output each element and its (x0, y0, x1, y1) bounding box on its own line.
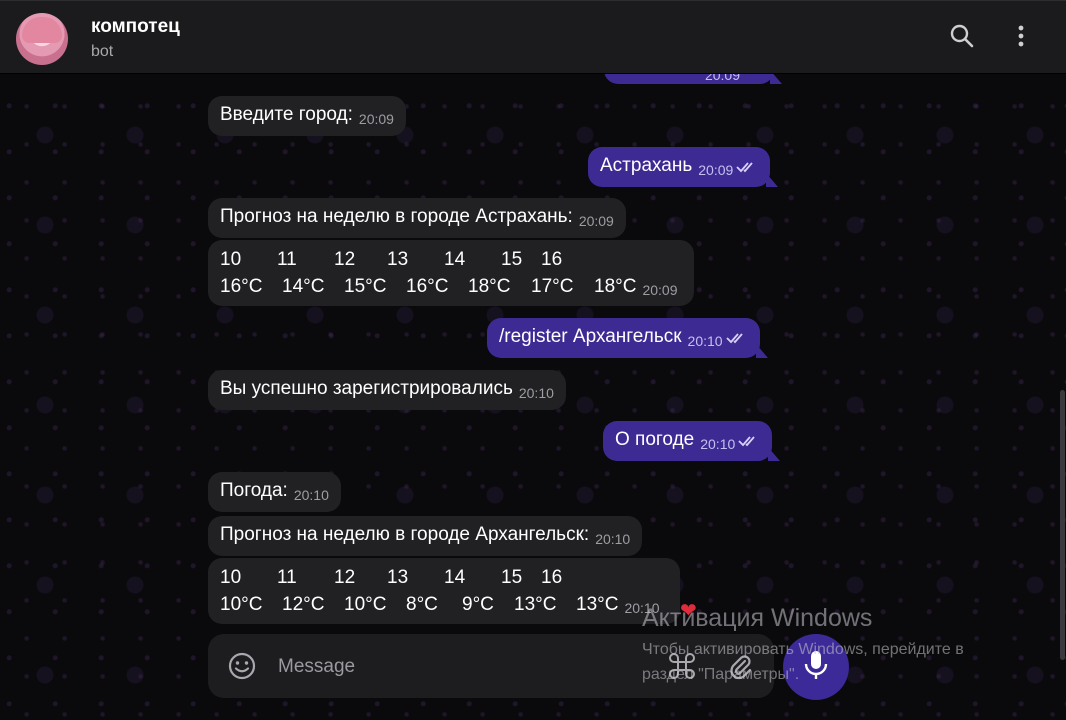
forecast-day: 16 (541, 567, 563, 588)
search-button[interactable] (947, 23, 977, 53)
message-time: 20:09 (698, 162, 734, 178)
message-text: /register Архангельск (499, 326, 682, 347)
forecast-temp: 13°C (514, 594, 557, 615)
forecast-temp: 13°C (576, 594, 619, 615)
forecast-day: 15 (501, 249, 523, 270)
forecast-day: 10 (220, 249, 242, 270)
message-time: 20:09 (642, 282, 678, 298)
forecast-day: 13 (387, 567, 409, 588)
forecast-temp: 18°C (468, 276, 511, 297)
forecast-temp: 12°C (282, 594, 325, 615)
forecast-temp: 10°C (220, 594, 263, 615)
message-text: Введите город: (220, 104, 353, 125)
message-text: Прогноз на неделю в городе Архангельск: (220, 524, 590, 545)
chat-subtitle: bot (91, 43, 114, 60)
double-check-icon (738, 428, 760, 455)
forecast-day: 11 (277, 567, 297, 588)
message-outgoing[interactable]: О погоде 20:10 (603, 421, 781, 461)
forecast-day: 11 (277, 249, 297, 270)
emoji-icon[interactable] (226, 650, 258, 682)
forecast-day: 16 (541, 249, 563, 270)
message-outgoing[interactable]: Астрахань 20:09 (588, 147, 779, 187)
double-check-icon (736, 154, 758, 181)
message-incoming[interactable]: Погода: 20:10 (208, 472, 341, 512)
chat-title: компотец (91, 16, 180, 37)
forecast-temp: 10°C (344, 594, 387, 615)
message-outgoing[interactable]: /register Архангельск 20:10 (487, 318, 768, 358)
forecast-temp: 16°C (406, 276, 449, 297)
watermark-text: Чтобы активировать Windows, перейдите в … (642, 641, 964, 683)
forecast-temp: 15°C (344, 276, 387, 297)
forecast-temp: 18°C (594, 276, 637, 297)
message-time: 20:10 (293, 487, 329, 503)
forecast-temps-row: 10°C 12°C 10°C 8°C 9°C 13°C 13°C 20:10 (220, 591, 668, 618)
forecast-day: 14 (444, 249, 466, 270)
message-text: О погоде (615, 429, 695, 450)
forecast-day: 12 (334, 567, 356, 588)
forecast-day: 10 (220, 567, 242, 588)
forecast-day: 12 (334, 249, 356, 270)
message-time: 20:10 (687, 333, 723, 349)
message-incoming[interactable]: Вы успешно зарегистрировались 20:10 (208, 370, 566, 410)
forecast-day: 15 (501, 567, 523, 588)
forecast-temp: 9°C (462, 594, 494, 615)
double-check-icon (725, 325, 748, 352)
windows-activation-watermark: Активация Windows Чтобы активировать Win… (642, 604, 1012, 687)
message-text: Прогноз на неделю в городе Астрахань: (220, 206, 573, 227)
forecast-temp: 14°C (282, 276, 325, 297)
forecast-message[interactable]: 10 11 12 13 14 15 16 10°C 12°C 10°C 8°C … (208, 558, 680, 624)
forecast-days-row: 10 11 12 13 14 15 16 (220, 246, 682, 273)
forecast-days-row: 10 11 12 13 14 15 16 (220, 564, 668, 591)
forecast-temps-row: 16°C 14°C 15°C 16°C 18°C 17°C 18°C 20:09 (220, 273, 682, 300)
message-text: Вы успешно зарегистрировались (220, 378, 513, 399)
message-incoming[interactable]: Введите город: 20:09 (208, 96, 406, 136)
forecast-day: 13 (387, 249, 409, 270)
more-options-button[interactable] (1006, 23, 1036, 53)
message-input[interactable] (276, 648, 620, 686)
forecast-day: 14 (444, 567, 466, 588)
forecast-temp: 16°C (220, 276, 263, 297)
forecast-temp: 8°C (406, 594, 438, 615)
scrollbar[interactable] (1060, 390, 1065, 660)
message-incoming[interactable]: Прогноз на неделю в городе Архангельск: 2… (208, 516, 643, 556)
watermark-title: Активация Windows (642, 604, 873, 632)
message-incoming[interactable]: Прогноз на неделю в городе Астрахань: 20:… (208, 198, 626, 238)
avatar[interactable] (16, 13, 68, 65)
search-icon (949, 23, 975, 54)
message-time: 20:10 (518, 385, 554, 401)
message-text: Погода: (220, 480, 288, 501)
forecast-message[interactable]: 10 11 12 13 14 15 16 16°C 14°C 15°C 16°C… (208, 240, 694, 306)
message-time: 20:09 (358, 111, 394, 127)
message-text: Астрахань (600, 155, 693, 176)
more-vertical-icon (1017, 24, 1025, 53)
message-time: 20:10 (700, 436, 736, 452)
message-time: 20:10 (595, 531, 631, 547)
chat-header[interactable]: компотец bot (0, 0, 1066, 74)
forecast-temp: 17°C (531, 276, 574, 297)
message-time: 20:09 (578, 213, 614, 229)
